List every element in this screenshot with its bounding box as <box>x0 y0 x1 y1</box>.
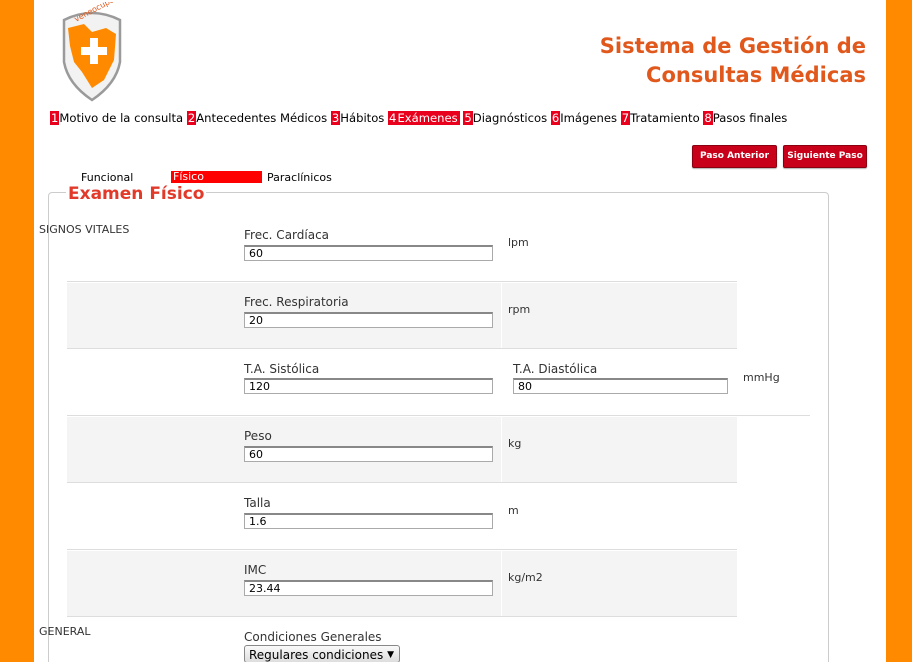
imc-unit: kg/m2 <box>508 571 543 584</box>
step-label: Antecedentes Médicos <box>196 111 328 125</box>
step-4[interactable]: 4Exámenes <box>388 111 460 125</box>
ta-sistolica-input[interactable]: 120 <box>244 378 493 394</box>
step-label: Tratamiento <box>630 111 700 125</box>
step-number: 3 <box>330 111 341 125</box>
condiciones-select-value: Regulares condiciones <box>249 648 384 662</box>
app-title-line2: Consultas Médicas <box>646 63 866 87</box>
step-label: Pasos finales <box>712 111 788 125</box>
step-2[interactable]: 2Antecedentes Médicos <box>186 111 328 125</box>
ta-diastolica-label: T.A. Diastólica <box>513 362 598 376</box>
logo: veneocupacional <box>56 0 137 102</box>
section-title: Examen Físico <box>66 183 207 205</box>
ta-sistolica-label: T.A. Sistólica <box>244 362 320 376</box>
frec-cardiaca-label: Frec. Cardíaca <box>244 228 330 242</box>
imc-label: IMC <box>244 563 267 577</box>
peso-label: Peso <box>244 429 272 443</box>
imc-input[interactable]: 23.44 <box>244 580 493 596</box>
frec-cardiaca-unit: lpm <box>508 236 529 249</box>
step-1[interactable]: 1Motivo de la consulta <box>50 111 183 125</box>
ta-unit: mmHg <box>743 371 780 384</box>
step-3[interactable]: 3Hábitos <box>330 111 385 125</box>
frec-respiratoria-input[interactable]: 20 <box>244 312 493 328</box>
step-number: 5 <box>463 111 473 125</box>
talla-unit: m <box>508 504 519 517</box>
step-number: 6 <box>550 111 561 125</box>
step-7[interactable]: 7Tratamiento <box>620 111 700 125</box>
frec-respiratoria-unit: rpm <box>508 303 531 316</box>
next-step-button[interactable]: Siguiente Paso <box>783 145 867 168</box>
section-label-vital-signs: SIGNOS VITALES <box>39 223 130 236</box>
tab-paraclinicos[interactable]: Paraclínicos <box>267 171 332 184</box>
step-number: 1 <box>50 111 60 125</box>
step-5[interactable]: 5Diagnósticos <box>463 111 547 125</box>
step-label: Hábitos <box>340 111 385 125</box>
step-number: 7 <box>620 111 631 125</box>
section-label-general: GENERAL <box>39 625 91 638</box>
chevron-down-icon: ▼ <box>387 650 394 660</box>
frec-respiratoria-label: Frec. Respiratoria <box>244 295 349 309</box>
page: veneocupacional Sistema de Gestión de Co… <box>34 0 886 662</box>
condiciones-select[interactable]: Regulares condiciones ▼ <box>244 645 400 662</box>
peso-input[interactable]: 60 <box>244 446 493 462</box>
frec-cardiaca-input[interactable]: 60 <box>244 245 493 261</box>
talla-label: Talla <box>244 496 271 510</box>
step-8[interactable]: 8Pasos finales <box>703 111 787 125</box>
step-number: 8 <box>703 111 713 125</box>
tab-fisico[interactable]: Físico <box>171 171 262 183</box>
talla-input[interactable]: 1.6 <box>244 513 493 529</box>
step-label: Motivo de la consulta <box>59 111 184 125</box>
step-navigation: 1Motivo de la consulta 2Antecedentes Méd… <box>50 111 787 125</box>
step-number: 2 <box>186 111 197 125</box>
app-title: Sistema de Gestión de Consultas Médicas <box>600 32 866 90</box>
condiciones-label: Condiciones Generales <box>244 630 382 644</box>
ta-diastolica-input[interactable]: 80 <box>513 378 728 394</box>
step-label: Exámenes <box>397 111 460 125</box>
step-label: Diagnósticos <box>472 111 548 125</box>
app-title-line1: Sistema de Gestión de <box>599 34 866 58</box>
previous-step-button[interactable]: Paso Anterior <box>692 145 777 168</box>
peso-unit: kg <box>508 437 522 450</box>
step-label: Imágenes <box>560 111 618 125</box>
step-6[interactable]: 6Imágenes <box>550 111 618 125</box>
